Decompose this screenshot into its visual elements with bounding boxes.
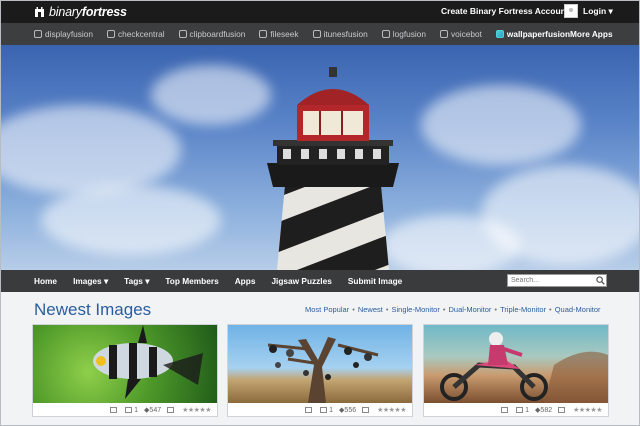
- tree-illustration: [267, 337, 379, 403]
- search-icon[interactable]: [596, 276, 605, 285]
- rating-stars[interactable]: ★★★★★: [573, 406, 602, 414]
- image-card[interactable]: 1 ◆582 ★★★★★: [423, 324, 609, 417]
- voice-icon: [440, 30, 448, 38]
- create-account-link[interactable]: Create Binary Fortress Account: [441, 6, 569, 16]
- screen-icon: [558, 406, 566, 413]
- login-label: Login ▾: [583, 5, 613, 16]
- rating-stars[interactable]: ★★★★★: [182, 406, 211, 414]
- search-input[interactable]: [507, 274, 607, 287]
- view-value: 547: [149, 407, 162, 414]
- section-title: Newest Images: [34, 300, 152, 319]
- comment-count: 1: [320, 407, 333, 414]
- fortress-icon: [35, 7, 44, 17]
- lighthouse-illustration: [267, 67, 399, 270]
- avatar-icon: [564, 4, 578, 18]
- image-card[interactable]: 1 ◆547 ★★★★★: [32, 324, 218, 417]
- monitor-icon: [110, 406, 118, 413]
- login-button[interactable]: Login ▾: [564, 4, 613, 18]
- view-count: ◆547: [144, 407, 162, 414]
- monitor-icon: [305, 406, 313, 413]
- product-wallpaperfusion[interactable]: wallpaperfusion: [495, 29, 571, 39]
- motocross-illustration: [440, 332, 608, 403]
- product-label: itunesfusion: [323, 29, 368, 39]
- main-nav: Home Images ▾ Tags ▾ Top Members Apps Ji…: [1, 270, 639, 292]
- product-label: fileseek: [270, 29, 299, 39]
- filter-links: Most Popular • Newest • Single-Monitor • Dual-…: [305, 305, 601, 314]
- screen-icon: [362, 406, 370, 413]
- product-label: clipboardfusion: [189, 29, 246, 39]
- comment-value: 1: [329, 406, 334, 414]
- nav-submit-image[interactable]: Submit Image: [348, 276, 402, 286]
- comment-icon: [320, 406, 328, 413]
- brand-logo[interactable]: binary fortress: [34, 5, 127, 19]
- product-label: checkcentral: [117, 29, 165, 39]
- card-meta: 1 ◆547 ★★★★★: [104, 406, 211, 414]
- product-fileseek[interactable]: fileseek: [259, 29, 299, 39]
- card-meta: 1 ◆582 ★★★★★: [495, 406, 602, 414]
- product-voicebot[interactable]: voicebot: [440, 29, 482, 39]
- log-icon: [381, 30, 390, 38]
- product-displayfusion[interactable]: displayfusion: [34, 29, 93, 39]
- magnifier-icon: [259, 30, 268, 38]
- comment-value: 1: [134, 406, 139, 414]
- more-apps-link[interactable]: More Apps: [570, 29, 613, 39]
- top-bar: binary fortress Create Binary Fortress Ac…: [1, 1, 639, 23]
- filter-triple-monitor[interactable]: Triple-Monitor: [500, 305, 546, 314]
- product-label: wallpaperfusion: [506, 29, 571, 39]
- brand-text-part1: binary: [49, 5, 82, 19]
- filter-single-monitor[interactable]: Single-Monitor: [391, 305, 439, 314]
- rating-stars[interactable]: ★★★★★: [377, 406, 406, 414]
- nav-images[interactable]: Images ▾: [73, 276, 108, 286]
- product-label: displayfusion: [45, 29, 93, 39]
- view-count: ◆582: [535, 407, 553, 414]
- view-count: ◆556: [339, 407, 357, 414]
- nav-apps[interactable]: Apps: [235, 276, 256, 286]
- nav-home[interactable]: Home: [34, 276, 57, 286]
- nav-tags[interactable]: Tags ▾: [124, 276, 149, 286]
- product-label: logfusion: [392, 29, 426, 39]
- card-meta: 1 ◆556 ★★★★★: [299, 406, 406, 414]
- content-area: Newest Images Most Popular • Newest • Single…: [1, 292, 639, 425]
- filter-most-popular[interactable]: Most Popular: [305, 305, 349, 314]
- brand-text-part2: fortress: [81, 5, 127, 19]
- music-icon: [312, 30, 321, 38]
- motocross-thumbnail[interactable]: [424, 325, 608, 403]
- monitor-icon: [501, 406, 509, 413]
- filter-dual-monitor[interactable]: Dual-Monitor: [448, 305, 491, 314]
- filter-quad-monitor[interactable]: Quad-Monitor: [555, 305, 601, 314]
- nav-top-members[interactable]: Top Members: [165, 276, 218, 286]
- product-label: voicebot: [451, 29, 482, 39]
- product-logfusion[interactable]: logfusion: [381, 29, 426, 39]
- image-card[interactable]: 1 ◆556 ★★★★★: [227, 324, 413, 417]
- filter-newest[interactable]: Newest: [358, 305, 383, 314]
- clipboard-icon: [178, 30, 187, 38]
- fish-thumbnail[interactable]: [33, 325, 217, 403]
- comment-icon: [516, 406, 524, 413]
- product-clipboardfusion[interactable]: clipboardfusion: [178, 29, 246, 39]
- screen-icon: [167, 406, 175, 413]
- view-value: 582: [540, 407, 553, 414]
- wallpaper-icon: [495, 30, 504, 38]
- comment-count: 1: [516, 407, 529, 414]
- product-itunesfusion[interactable]: itunesfusion: [312, 29, 368, 39]
- hero-image: [1, 45, 639, 270]
- comment-icon: [125, 406, 133, 413]
- view-value: 556: [344, 407, 357, 414]
- comment-count: 1: [125, 407, 138, 414]
- fish-illustration: [93, 325, 203, 399]
- browser-frame: binary fortress Create Binary Fortress Ac…: [0, 0, 640, 426]
- comment-value: 1: [525, 406, 530, 414]
- shoe-tree-thumbnail[interactable]: [228, 325, 412, 403]
- product-checkcentral[interactable]: checkcentral: [106, 29, 165, 39]
- nav-jigsaw-puzzles[interactable]: Jigsaw Puzzles: [271, 276, 331, 286]
- product-nav: displayfusion checkcentral clipboardfusi…: [1, 23, 639, 45]
- check-icon: [106, 30, 115, 38]
- monitors-icon: [34, 30, 42, 38]
